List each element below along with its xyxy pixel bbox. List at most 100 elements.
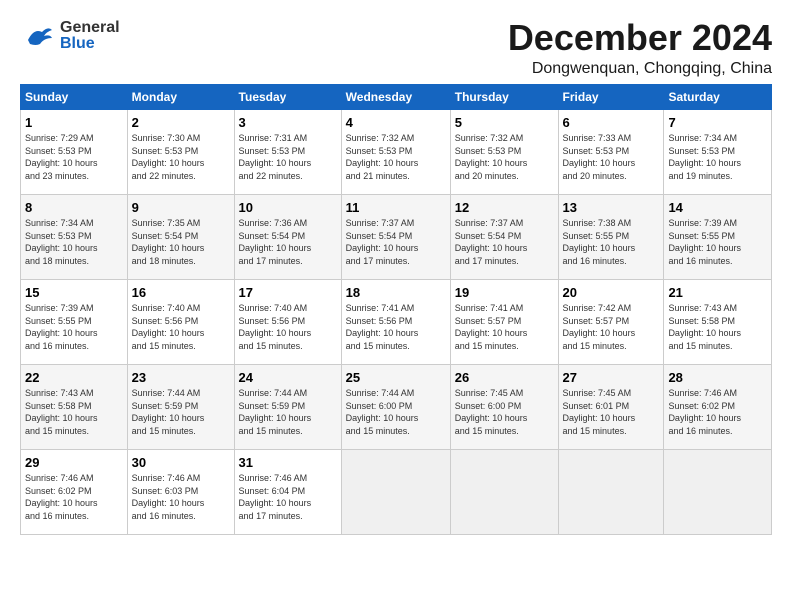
- table-row: 5Sunrise: 7:32 AM Sunset: 5:53 PM Daylig…: [450, 109, 558, 194]
- day-info: Sunrise: 7:46 AM Sunset: 6:04 PM Dayligh…: [239, 472, 337, 522]
- day-info: Sunrise: 7:39 AM Sunset: 5:55 PM Dayligh…: [25, 302, 123, 352]
- day-info: Sunrise: 7:41 AM Sunset: 5:57 PM Dayligh…: [455, 302, 554, 352]
- table-row: 15Sunrise: 7:39 AM Sunset: 5:55 PM Dayli…: [21, 279, 128, 364]
- day-number: 5: [455, 114, 554, 132]
- day-info: Sunrise: 7:37 AM Sunset: 5:54 PM Dayligh…: [346, 217, 446, 267]
- table-row: 26Sunrise: 7:45 AM Sunset: 6:00 PM Dayli…: [450, 364, 558, 449]
- calendar-week-row: 8Sunrise: 7:34 AM Sunset: 5:53 PM Daylig…: [21, 194, 772, 279]
- day-info: Sunrise: 7:44 AM Sunset: 6:00 PM Dayligh…: [346, 387, 446, 437]
- day-number: 16: [132, 284, 230, 302]
- day-info: Sunrise: 7:45 AM Sunset: 6:00 PM Dayligh…: [455, 387, 554, 437]
- day-number: 21: [668, 284, 767, 302]
- day-number: 27: [563, 369, 660, 387]
- table-row: 3Sunrise: 7:31 AM Sunset: 5:53 PM Daylig…: [234, 109, 341, 194]
- header-wednesday: Wednesday: [341, 84, 450, 109]
- table-row: 23Sunrise: 7:44 AM Sunset: 5:59 PM Dayli…: [127, 364, 234, 449]
- calendar-week-row: 1Sunrise: 7:29 AM Sunset: 5:53 PM Daylig…: [21, 109, 772, 194]
- day-number: 18: [346, 284, 446, 302]
- day-number: 23: [132, 369, 230, 387]
- day-info: Sunrise: 7:32 AM Sunset: 5:53 PM Dayligh…: [346, 132, 446, 182]
- day-number: 8: [25, 199, 123, 217]
- table-row: 14Sunrise: 7:39 AM Sunset: 5:55 PM Dayli…: [664, 194, 772, 279]
- day-info: Sunrise: 7:36 AM Sunset: 5:54 PM Dayligh…: [239, 217, 337, 267]
- logo-blue-text: Blue: [60, 36, 120, 52]
- day-info: Sunrise: 7:46 AM Sunset: 6:02 PM Dayligh…: [25, 472, 123, 522]
- day-number: 31: [239, 454, 337, 472]
- title-area: December 2024 Dongwenquan, Chongqing, Ch…: [508, 18, 772, 78]
- day-number: 3: [239, 114, 337, 132]
- table-row: 19Sunrise: 7:41 AM Sunset: 5:57 PM Dayli…: [450, 279, 558, 364]
- table-row: [558, 449, 664, 534]
- day-info: Sunrise: 7:45 AM Sunset: 6:01 PM Dayligh…: [563, 387, 660, 437]
- table-row: 17Sunrise: 7:40 AM Sunset: 5:56 PM Dayli…: [234, 279, 341, 364]
- table-row: 27Sunrise: 7:45 AM Sunset: 6:01 PM Dayli…: [558, 364, 664, 449]
- logo-general-text: General: [60, 20, 120, 36]
- day-number: 30: [132, 454, 230, 472]
- day-number: 22: [25, 369, 123, 387]
- table-row: 8Sunrise: 7:34 AM Sunset: 5:53 PM Daylig…: [21, 194, 128, 279]
- header-monday: Monday: [127, 84, 234, 109]
- day-number: 24: [239, 369, 337, 387]
- table-row: 13Sunrise: 7:38 AM Sunset: 5:55 PM Dayli…: [558, 194, 664, 279]
- table-row: 31Sunrise: 7:46 AM Sunset: 6:04 PM Dayli…: [234, 449, 341, 534]
- day-number: 28: [668, 369, 767, 387]
- day-number: 25: [346, 369, 446, 387]
- day-info: Sunrise: 7:30 AM Sunset: 5:53 PM Dayligh…: [132, 132, 230, 182]
- page: General Blue December 2024 Dongwenquan, …: [0, 0, 792, 545]
- logo-bird-icon: [20, 18, 56, 54]
- day-number: 7: [668, 114, 767, 132]
- day-number: 9: [132, 199, 230, 217]
- day-info: Sunrise: 7:32 AM Sunset: 5:53 PM Dayligh…: [455, 132, 554, 182]
- day-number: 29: [25, 454, 123, 472]
- day-number: 4: [346, 114, 446, 132]
- day-number: 26: [455, 369, 554, 387]
- day-number: 10: [239, 199, 337, 217]
- day-info: Sunrise: 7:46 AM Sunset: 6:03 PM Dayligh…: [132, 472, 230, 522]
- table-row: 12Sunrise: 7:37 AM Sunset: 5:54 PM Dayli…: [450, 194, 558, 279]
- table-row: 25Sunrise: 7:44 AM Sunset: 6:00 PM Dayli…: [341, 364, 450, 449]
- table-row: 1Sunrise: 7:29 AM Sunset: 5:53 PM Daylig…: [21, 109, 128, 194]
- day-info: Sunrise: 7:39 AM Sunset: 5:55 PM Dayligh…: [668, 217, 767, 267]
- table-row: 6Sunrise: 7:33 AM Sunset: 5:53 PM Daylig…: [558, 109, 664, 194]
- day-info: Sunrise: 7:33 AM Sunset: 5:53 PM Dayligh…: [563, 132, 660, 182]
- table-row: 20Sunrise: 7:42 AM Sunset: 5:57 PM Dayli…: [558, 279, 664, 364]
- day-number: 12: [455, 199, 554, 217]
- calendar-week-row: 29Sunrise: 7:46 AM Sunset: 6:02 PM Dayli…: [21, 449, 772, 534]
- day-info: Sunrise: 7:34 AM Sunset: 5:53 PM Dayligh…: [25, 217, 123, 267]
- day-number: 15: [25, 284, 123, 302]
- day-info: Sunrise: 7:38 AM Sunset: 5:55 PM Dayligh…: [563, 217, 660, 267]
- day-number: 14: [668, 199, 767, 217]
- day-info: Sunrise: 7:43 AM Sunset: 5:58 PM Dayligh…: [25, 387, 123, 437]
- table-row: 9Sunrise: 7:35 AM Sunset: 5:54 PM Daylig…: [127, 194, 234, 279]
- day-number: 20: [563, 284, 660, 302]
- day-info: Sunrise: 7:35 AM Sunset: 5:54 PM Dayligh…: [132, 217, 230, 267]
- header-thursday: Thursday: [450, 84, 558, 109]
- day-number: 11: [346, 199, 446, 217]
- day-info: Sunrise: 7:29 AM Sunset: 5:53 PM Dayligh…: [25, 132, 123, 182]
- calendar-week-row: 22Sunrise: 7:43 AM Sunset: 5:58 PM Dayli…: [21, 364, 772, 449]
- calendar-week-row: 15Sunrise: 7:39 AM Sunset: 5:55 PM Dayli…: [21, 279, 772, 364]
- day-number: 6: [563, 114, 660, 132]
- header-tuesday: Tuesday: [234, 84, 341, 109]
- table-row: 11Sunrise: 7:37 AM Sunset: 5:54 PM Dayli…: [341, 194, 450, 279]
- month-title: December 2024: [508, 18, 772, 58]
- table-row: [450, 449, 558, 534]
- day-info: Sunrise: 7:34 AM Sunset: 5:53 PM Dayligh…: [668, 132, 767, 182]
- weekday-header-row: Sunday Monday Tuesday Wednesday Thursday…: [21, 84, 772, 109]
- table-row: 29Sunrise: 7:46 AM Sunset: 6:02 PM Dayli…: [21, 449, 128, 534]
- table-row: 2Sunrise: 7:30 AM Sunset: 5:53 PM Daylig…: [127, 109, 234, 194]
- day-number: 2: [132, 114, 230, 132]
- day-number: 13: [563, 199, 660, 217]
- table-row: 10Sunrise: 7:36 AM Sunset: 5:54 PM Dayli…: [234, 194, 341, 279]
- header: General Blue December 2024 Dongwenquan, …: [20, 18, 772, 78]
- logo: General Blue: [20, 18, 120, 54]
- day-number: 1: [25, 114, 123, 132]
- table-row: 16Sunrise: 7:40 AM Sunset: 5:56 PM Dayli…: [127, 279, 234, 364]
- calendar-table: Sunday Monday Tuesday Wednesday Thursday…: [20, 84, 772, 535]
- day-info: Sunrise: 7:37 AM Sunset: 5:54 PM Dayligh…: [455, 217, 554, 267]
- day-info: Sunrise: 7:44 AM Sunset: 5:59 PM Dayligh…: [132, 387, 230, 437]
- day-info: Sunrise: 7:44 AM Sunset: 5:59 PM Dayligh…: [239, 387, 337, 437]
- table-row: [664, 449, 772, 534]
- location-title: Dongwenquan, Chongqing, China: [508, 60, 772, 78]
- table-row: 18Sunrise: 7:41 AM Sunset: 5:56 PM Dayli…: [341, 279, 450, 364]
